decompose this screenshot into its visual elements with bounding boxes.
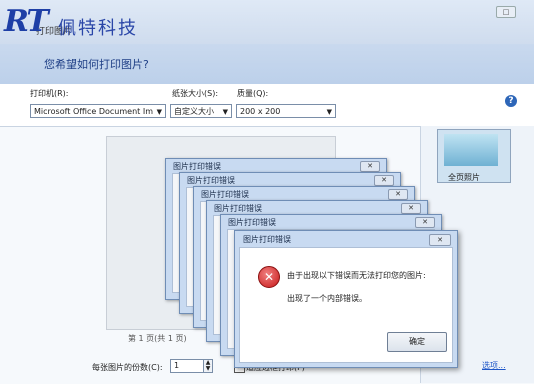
- options-link[interactable]: 选项...: [482, 360, 506, 371]
- quality-select-value: 200 x 200: [240, 107, 281, 116]
- close-icon[interactable]: ✕: [360, 161, 380, 172]
- chevron-down-icon: ▼: [222, 108, 228, 116]
- printer-select-value: Microsoft Office Document Im: [34, 107, 153, 116]
- ok-button[interactable]: 确定: [387, 332, 447, 352]
- page-question: 您希望如何打印图片?: [44, 58, 149, 71]
- error-message-line1: 由于出现以下错误而无法打印您的图片:: [287, 271, 426, 280]
- close-icon[interactable]: ✕: [388, 189, 408, 200]
- page-indicator: 第 1 页(共 1 页): [128, 334, 187, 343]
- layout-caption: 全页照片: [448, 173, 480, 182]
- dialog-title: 图片打印错误: [173, 162, 221, 171]
- printer-select[interactable]: Microsoft Office Document Im ▼: [30, 104, 166, 118]
- close-icon[interactable]: ✕: [401, 203, 421, 214]
- chevron-down-icon: ▼: [156, 108, 162, 116]
- quality-select[interactable]: 200 x 200 ▼: [236, 104, 336, 118]
- paper-size-select-value: 自定义大小: [174, 107, 214, 116]
- dialog-title: 图片打印错误: [201, 190, 249, 199]
- chevron-down-icon: ▼: [326, 108, 332, 116]
- error-icon: ✕: [258, 266, 280, 288]
- dialog-title: 图片打印错误: [228, 218, 276, 227]
- photo-thumbnail-icon: [444, 134, 498, 166]
- paper-size-select[interactable]: 自定义大小 ▼: [170, 104, 232, 118]
- quality-label: 质量(Q):: [237, 89, 269, 98]
- close-icon[interactable]: ✕: [429, 234, 451, 246]
- watermark-text: 佩特科技: [58, 18, 138, 39]
- paper-size-label: 纸张大小(S):: [172, 89, 219, 98]
- dialog-title: 图片打印错误: [243, 235, 291, 244]
- copies-label: 每张图片的份数(C):: [92, 363, 163, 372]
- error-message-line2: 出现了一个内部错误。: [287, 294, 367, 303]
- watermark-logo: RT: [4, 4, 49, 39]
- close-icon[interactable]: ✕: [374, 175, 394, 186]
- window-control-button[interactable]: □: [496, 6, 516, 18]
- dialog-title: 图片打印错误: [187, 176, 235, 185]
- dialog-title: 图片打印错误: [214, 204, 262, 213]
- help-icon[interactable]: ?: [505, 95, 517, 107]
- copies-stepper[interactable]: ▲ ▼: [203, 359, 213, 373]
- close-icon[interactable]: ✕: [415, 217, 435, 228]
- printer-label: 打印机(R):: [30, 89, 69, 98]
